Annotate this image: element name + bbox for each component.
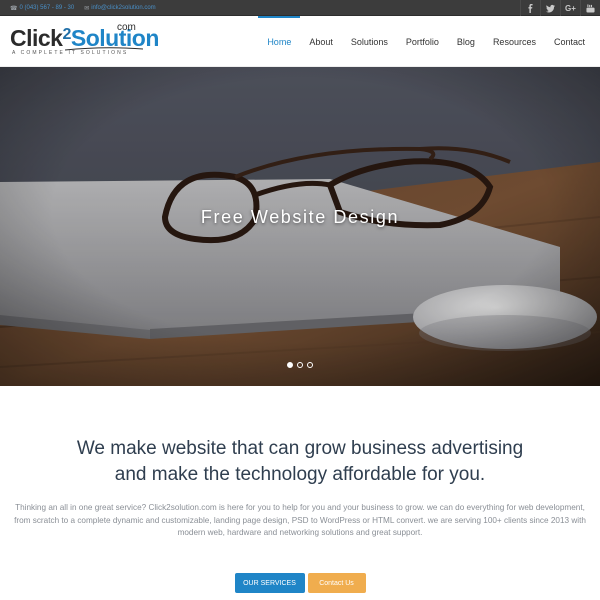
logo-part-click: Click <box>10 25 63 51</box>
nav-about[interactable]: About <box>300 16 342 67</box>
site-header: Click2Solution com A COMPLETE IT SOLUTIO… <box>0 16 600 67</box>
contact-us-button[interactable]: Contact Us <box>307 573 366 593</box>
nav-portfolio[interactable]: Portfolio <box>397 16 448 67</box>
nav-solutions[interactable]: Solutions <box>342 16 397 67</box>
our-services-button[interactable]: OUR SERVICES <box>234 573 305 593</box>
intro-paragraph: Thinking an all in one great service? Cl… <box>14 503 586 537</box>
phone-number[interactable]: 0 (043) 567 - 89 - 30 <box>19 5 74 11</box>
social-links: G+ <box>520 0 600 16</box>
nav-contact[interactable]: Contact <box>545 16 586 67</box>
hero-caption: Free Website Design <box>200 207 400 227</box>
hero-slider[interactable]: Free Website Design <box>0 67 600 386</box>
slider-dot-3[interactable] <box>307 362 313 368</box>
nav-home[interactable]: Home <box>258 16 301 67</box>
intro-section: We make website that can grow business a… <box>0 386 600 600</box>
nav-resources[interactable]: Resources <box>484 16 545 67</box>
slider-pagination <box>0 362 600 368</box>
logo-tagline: A COMPLETE IT SOLUTIONS <box>12 50 129 56</box>
google-plus-label: G+ <box>565 3 576 13</box>
google-plus-icon[interactable]: G+ <box>560 0 580 16</box>
slider-dot-2[interactable] <box>297 362 303 368</box>
top-bar: ☎ 0 (043) 567 - 89 - 30 ✉ info@click2sol… <box>0 0 600 16</box>
envelope-icon: ✉ <box>84 5 90 12</box>
email-link[interactable]: info@click2solution.com <box>91 5 155 11</box>
nav-blog[interactable]: Blog <box>448 16 484 67</box>
email-item: ✉ info@click2solution.com <box>84 5 155 12</box>
site-logo[interactable]: Click2Solution com A COMPLETE IT SOLUTIO… <box>10 22 159 60</box>
logo-dotcom: com <box>117 22 136 33</box>
contact-info: ☎ 0 (043) 567 - 89 - 30 ✉ info@click2sol… <box>10 0 156 16</box>
headline-line-1: We make website that can grow business a… <box>76 438 524 459</box>
phone-item: ☎ 0 (043) 567 - 89 - 30 <box>10 5 74 12</box>
phone-icon: ☎ <box>10 5 18 12</box>
logo-part-two: 2 <box>62 26 71 43</box>
facebook-icon[interactable] <box>520 0 540 16</box>
headline-line-2: and make the technology affordable for y… <box>114 464 486 485</box>
twitter-icon[interactable] <box>540 0 560 16</box>
cta-buttons: OUR SERVICES Contact Us <box>0 573 600 593</box>
intro-headline: We make website that can grow business a… <box>0 436 600 488</box>
main-nav: Home About Solutions Portfolio Blog Reso… <box>258 16 586 67</box>
youtube-icon[interactable] <box>580 0 600 16</box>
slider-dot-1[interactable] <box>287 362 293 368</box>
